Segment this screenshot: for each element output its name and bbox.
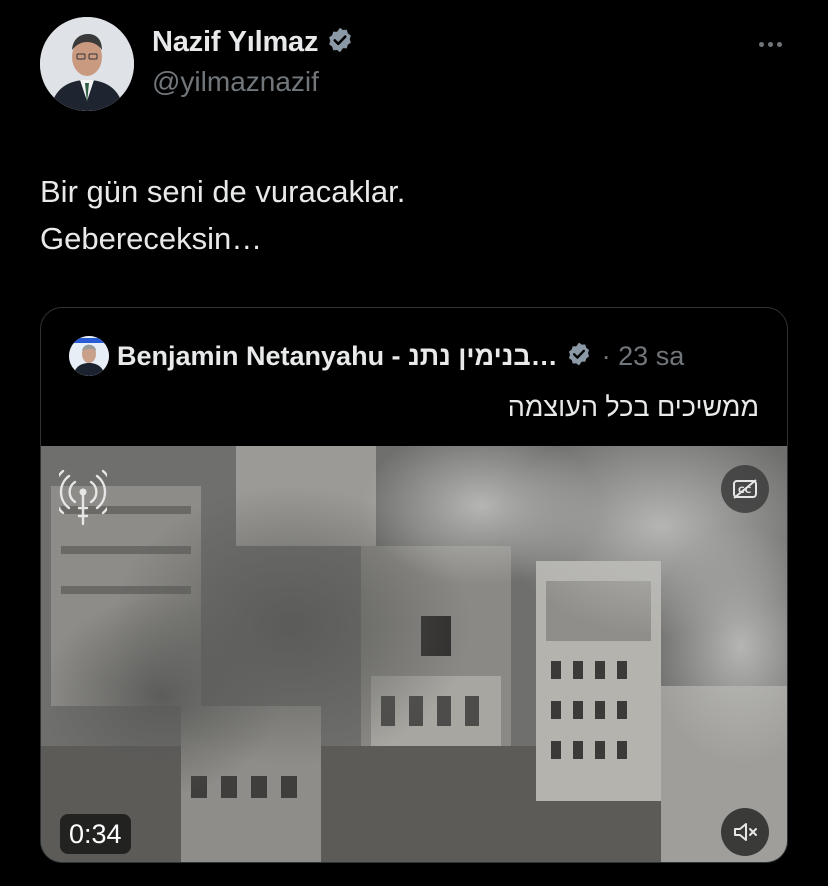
tweet-text: Bir gün seni de vuracaklar. Gebereceksin…: [40, 168, 780, 262]
quoted-author-name[interactable]: Benjamin Netanyahu - בנימין נתנ…: [117, 341, 558, 372]
captions-off-icon[interactable]: CC: [721, 465, 769, 513]
svg-text:CC: CC: [738, 486, 752, 496]
video-frame: [41, 446, 787, 862]
video-player[interactable]: CC 0:34: [41, 446, 787, 862]
video-duration: 0:34: [60, 814, 131, 854]
author-handle[interactable]: @yilmaznazif: [152, 66, 319, 98]
more-options-icon[interactable]: [752, 32, 788, 56]
broadcast-icon: [52, 468, 114, 528]
quoted-tweet-card[interactable]: Benjamin Netanyahu - בנימין נתנ… · 23 sa…: [40, 307, 788, 863]
speaker-muted-icon[interactable]: [721, 808, 769, 856]
verified-badge-icon: [326, 26, 354, 59]
quoted-text: ממשיכים בכל העוצמה: [507, 392, 759, 422]
quoted-verified-badge-icon: [566, 341, 592, 372]
quoted-author-avatar[interactable]: [69, 336, 109, 376]
author-name[interactable]: Nazif Yılmaz: [152, 26, 318, 59]
author-avatar[interactable]: [40, 17, 134, 111]
tweet-line: Gebereceksin…: [40, 221, 263, 256]
quoted-timestamp[interactable]: · 23 sa: [602, 341, 685, 372]
tweet-line: Bir gün seni de vuracaklar.: [40, 174, 406, 209]
